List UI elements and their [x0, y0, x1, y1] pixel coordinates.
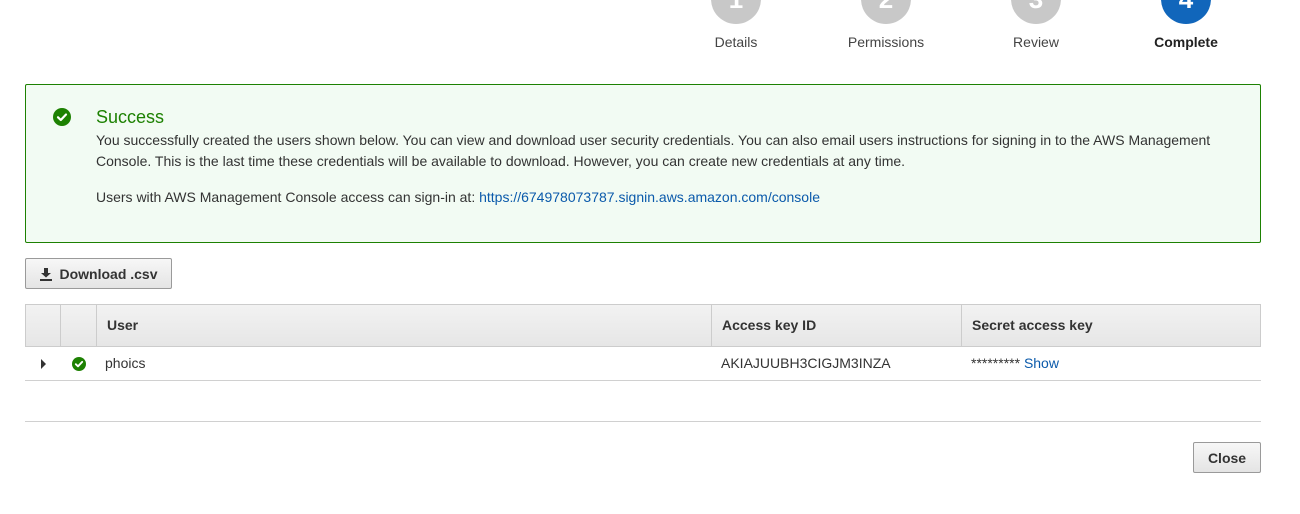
show-secret-link[interactable]: Show [1024, 355, 1059, 371]
user-name-cell: phoics [105, 355, 146, 371]
step-label: Review [1013, 34, 1059, 50]
step-number-circle: 1 [711, 0, 761, 24]
check-circle-icon [53, 108, 71, 126]
expand-column-header [26, 305, 61, 346]
step-review: 3 Review [961, 0, 1111, 50]
column-header-access-key-id[interactable]: Access key ID [712, 305, 962, 346]
success-alert: Success You successfully created the use… [25, 84, 1261, 243]
close-button[interactable]: Close [1193, 442, 1261, 473]
step-label: Permissions [847, 34, 925, 50]
signin-prefix: Users with AWS Management Console access… [96, 189, 480, 205]
download-csv-label: Download .csv [59, 265, 158, 282]
step-number-circle: 3 [1011, 0, 1061, 24]
footer-divider [25, 421, 1261, 422]
table-header: User Access key ID Secret access key [25, 304, 1261, 347]
expand-row-icon[interactable] [41, 359, 46, 369]
column-header-user[interactable]: User [97, 305, 712, 346]
alert-message: You successfully created the users shown… [96, 132, 1211, 169]
step-label: Complete [1154, 34, 1218, 50]
column-header-secret-access-key[interactable]: Secret access key [962, 305, 1260, 346]
check-circle-icon [72, 357, 86, 371]
step-number-circle: 2 [861, 0, 911, 24]
users-table: User Access key ID Secret access key pho… [25, 304, 1261, 381]
download-icon [39, 267, 53, 281]
access-key-id-cell: AKIAJUUBH3CIGJM3INZA [721, 355, 891, 371]
secret-access-key-cell: ********* Show [971, 347, 1059, 381]
create-user-complete-page: 1 Details 2 Permissions 3 Review 4 Compl… [0, 0, 1300, 514]
alert-body: You successfully created the users shown… [96, 130, 1236, 208]
step-permissions: 2 Permissions [811, 0, 961, 50]
signin-url-link[interactable]: https://674978073787.signin.aws.amazon.c… [479, 189, 820, 205]
step-complete: 4 Complete [1111, 0, 1261, 50]
secret-masked-value: ********* [971, 355, 1021, 371]
signin-info: Users with AWS Management Console access… [96, 187, 1236, 208]
table-row: phoics AKIAJUUBH3CIGJM3INZA ********* Sh… [25, 347, 1261, 381]
wizard-stepper: 1 Details 2 Permissions 3 Review 4 Compl… [0, 0, 1300, 60]
status-column-header [61, 305, 97, 346]
step-details: 1 Details [661, 0, 811, 50]
step-number-circle: 4 [1161, 0, 1211, 24]
step-label: Details [714, 34, 758, 50]
alert-title: Success [96, 107, 165, 127]
download-csv-button[interactable]: Download .csv [25, 258, 172, 289]
